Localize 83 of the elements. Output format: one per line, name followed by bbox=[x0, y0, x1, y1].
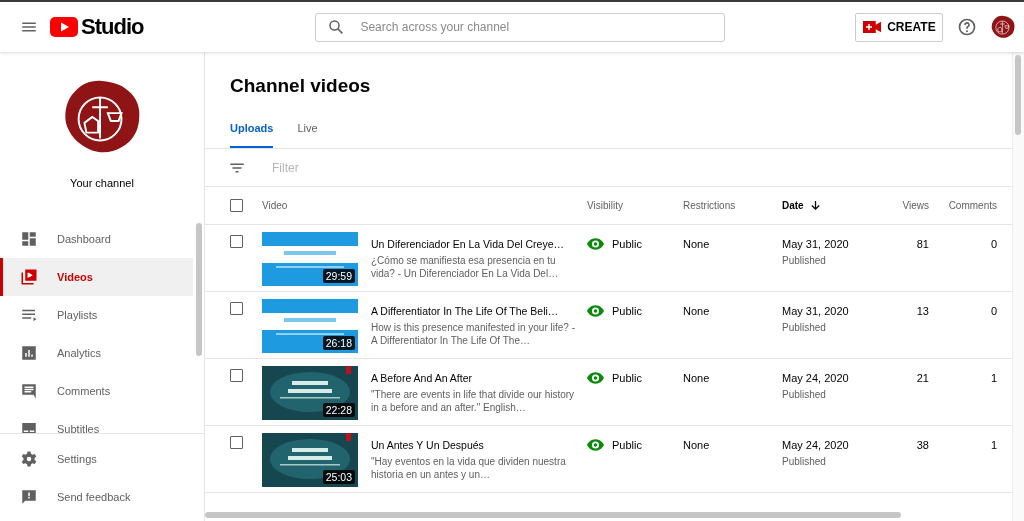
column-header[interactable]: Comments bbox=[929, 200, 997, 211]
nav-item[interactable]: Videos bbox=[0, 258, 193, 296]
duration-badge: 22:28 bbox=[322, 403, 355, 417]
video-title[interactable]: A Differentiator In The Life Of The Beli… bbox=[371, 305, 576, 317]
comments-count: 0 bbox=[990, 305, 997, 317]
nav-item[interactable]: Playlists bbox=[0, 296, 193, 334]
scrollbar-thumb[interactable] bbox=[196, 223, 202, 356]
sort-arrow-icon bbox=[809, 200, 821, 211]
video-description: How is this presence manifested in your life? - A Differentiator In The Life Of The… bbox=[371, 321, 576, 347]
status-text: Published bbox=[782, 389, 826, 400]
scrollbar-thumb[interactable] bbox=[205, 512, 901, 518]
restrictions-text: None bbox=[683, 238, 710, 250]
visibility-text: Public bbox=[612, 439, 642, 451]
date-text: May 31, 2020 bbox=[782, 238, 849, 250]
comments-icon bbox=[20, 382, 38, 400]
views-count: 13 bbox=[916, 305, 929, 317]
date-text: May 24, 2020 bbox=[782, 372, 849, 384]
restrictions-text: None bbox=[683, 372, 710, 384]
restrictions-text: None bbox=[683, 305, 710, 317]
video-title[interactable]: Un Antes Y Un Después bbox=[371, 439, 576, 451]
column-header[interactable]: Restrictions bbox=[683, 200, 782, 211]
comments-count: 1 bbox=[990, 372, 997, 384]
subtitles-icon bbox=[20, 420, 38, 433]
tab[interactable]: Live bbox=[297, 117, 318, 148]
nav-item[interactable]: Dashboard bbox=[0, 220, 193, 258]
create-button[interactable]: CREATE bbox=[855, 12, 944, 42]
visibility-text: Public bbox=[612, 238, 642, 250]
restrictions-text: None bbox=[683, 439, 710, 451]
views-count: 38 bbox=[916, 439, 929, 451]
column-header[interactable]: Views bbox=[882, 200, 929, 211]
checkbox[interactable] bbox=[230, 436, 243, 449]
video-title[interactable]: Un Diferenciador En La Vida Del Creye… bbox=[371, 238, 576, 250]
dashboard-icon bbox=[20, 230, 38, 248]
status-text: Published bbox=[782, 255, 826, 266]
settings-icon bbox=[20, 450, 38, 468]
duration-badge: 29:59 bbox=[322, 269, 355, 283]
page-title: Channel videos bbox=[230, 74, 372, 98]
search-field[interactable]: Search across your channel bbox=[315, 12, 726, 42]
video-title[interactable]: A Before And An After bbox=[371, 372, 576, 384]
views-count: 81 bbox=[916, 238, 929, 250]
eye-icon bbox=[587, 238, 604, 250]
date-text: May 24, 2020 bbox=[782, 439, 849, 451]
eye-icon bbox=[587, 305, 604, 317]
column-header[interactable]: Video bbox=[262, 200, 587, 211]
video-description: "Hay eventos en la vida que dividen nuestra historia en un antes y un… bbox=[371, 455, 567, 481]
play-logo-icon[interactable] bbox=[50, 17, 78, 37]
scrollbar-thumb[interactable] bbox=[1015, 55, 1021, 135]
nav-item[interactable]: Analytics bbox=[0, 334, 193, 372]
help-icon[interactable] bbox=[957, 17, 978, 37]
date-text: May 31, 2020 bbox=[782, 305, 849, 317]
analytics-icon bbox=[20, 344, 38, 362]
videos-icon bbox=[20, 268, 38, 286]
tab[interactable]: Uploads bbox=[230, 117, 274, 148]
checkbox[interactable] bbox=[230, 369, 243, 382]
column-header[interactable]: Visibility bbox=[587, 200, 683, 211]
eye-icon bbox=[587, 372, 604, 384]
checkbox[interactable] bbox=[230, 235, 243, 248]
feedback-icon bbox=[20, 488, 38, 506]
video-description: ¿Cómo se manifiesta esa presencia en tu vida? - Un Diferenciador En La Vida Del… bbox=[371, 254, 560, 280]
comments-count: 0 bbox=[990, 238, 997, 250]
nav-item[interactable]: Comments bbox=[0, 372, 193, 410]
column-header[interactable]: Date bbox=[782, 200, 882, 211]
video-description: "There are events in life that divide our history in a before and an after." English… bbox=[371, 388, 576, 414]
avatar-icon[interactable] bbox=[991, 15, 1016, 39]
checkbox[interactable] bbox=[230, 199, 243, 212]
checkbox[interactable] bbox=[230, 302, 243, 315]
channel-label: Your channel bbox=[70, 177, 134, 189]
filter-field[interactable]: Filter bbox=[270, 159, 434, 176]
views-count: 21 bbox=[916, 372, 929, 384]
visibility-text: Public bbox=[612, 305, 642, 317]
nav-item[interactable]: Send feedback bbox=[0, 478, 204, 516]
comments-count: 1 bbox=[990, 439, 997, 451]
visibility-text: Public bbox=[612, 372, 642, 384]
nav-item[interactable]: Subtitles bbox=[0, 410, 193, 433]
logo-text[interactable]: Studio bbox=[81, 14, 144, 40]
status-text: Published bbox=[782, 322, 826, 333]
search-icon bbox=[327, 17, 346, 36]
duration-badge: 26:18 bbox=[322, 336, 355, 350]
nav-item[interactable]: Settings bbox=[0, 440, 204, 478]
status-text: Published bbox=[782, 456, 826, 467]
eye-icon bbox=[587, 439, 604, 451]
duration-badge: 25:03 bbox=[322, 470, 355, 484]
camera-add-icon bbox=[863, 21, 882, 33]
